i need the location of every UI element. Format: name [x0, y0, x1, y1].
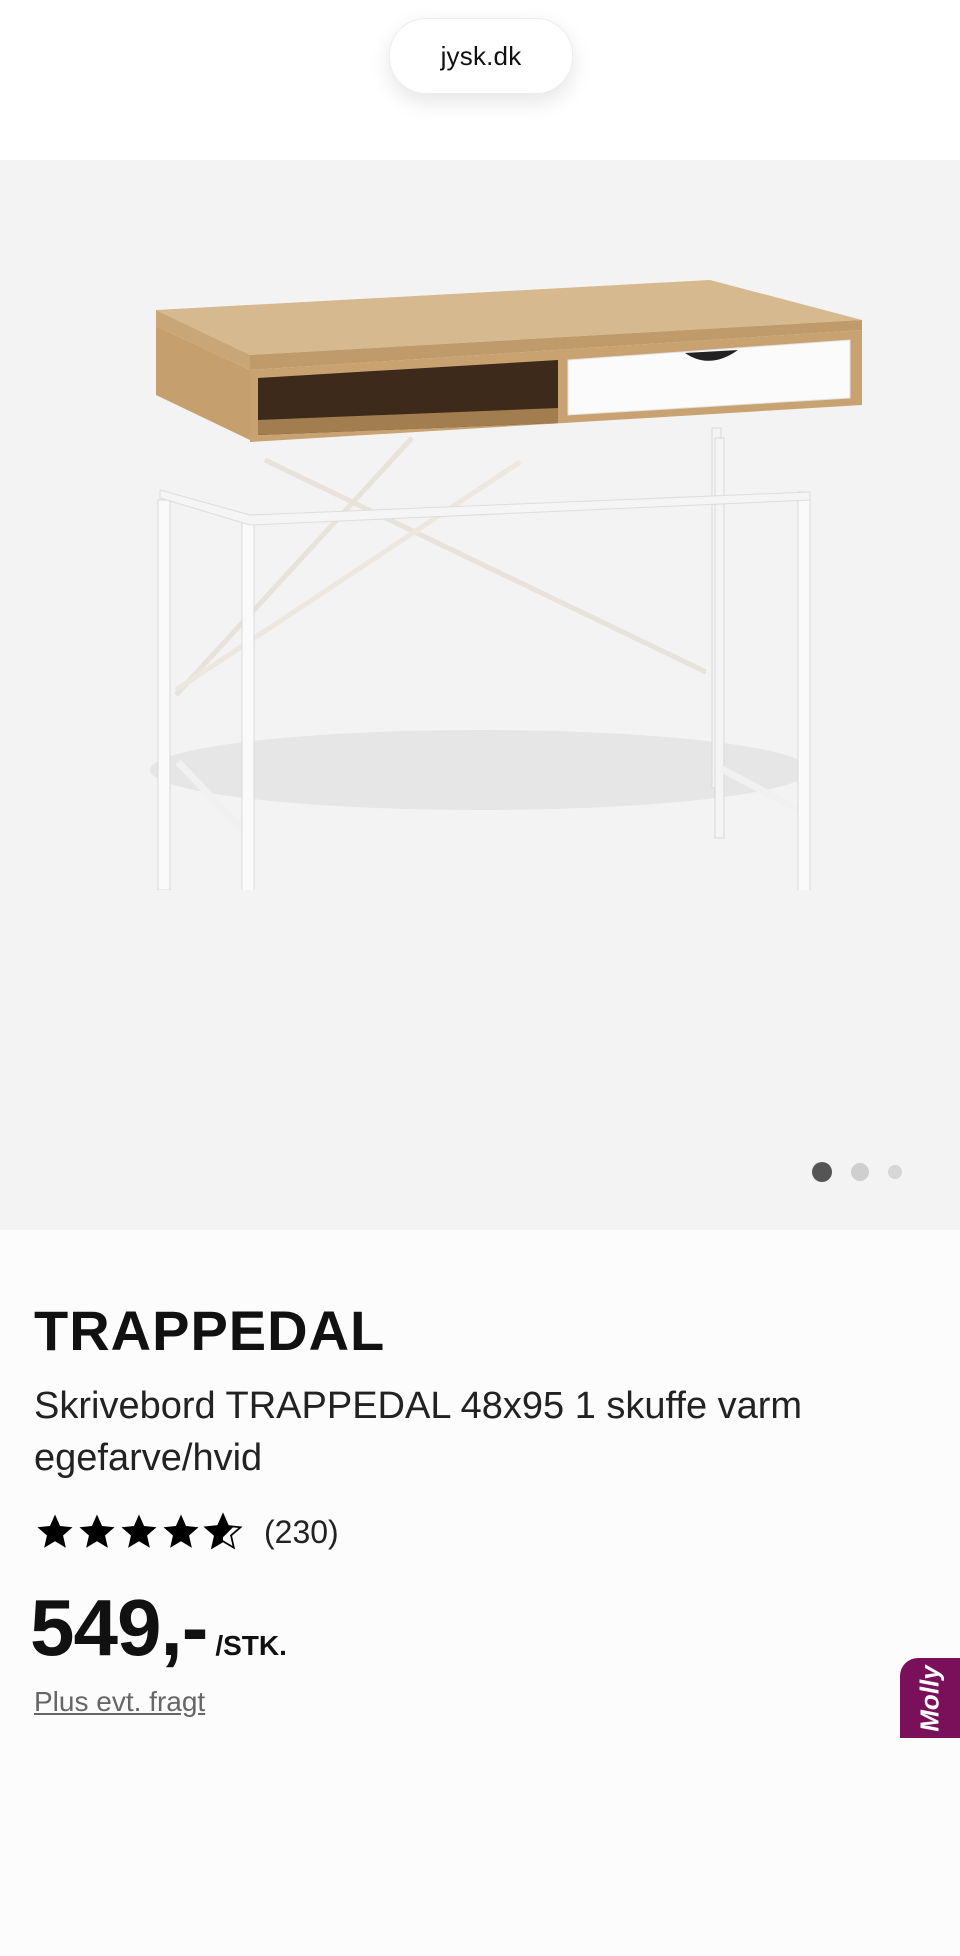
carousel-dot[interactable] — [851, 1163, 869, 1181]
chat-assistant-tab[interactable]: Molly — [900, 1658, 960, 1738]
star-icon — [163, 1514, 199, 1548]
browser-address-bar: jysk.dk — [0, 0, 960, 160]
url-pill[interactable]: jysk.dk — [389, 18, 573, 94]
review-count[interactable]: (230) — [264, 1514, 339, 1551]
product-price: 549,- — [30, 1583, 208, 1672]
carousel-dot-active[interactable] — [812, 1162, 832, 1182]
price-unit: /STK. — [215, 1630, 287, 1661]
desk-product-image — [150, 280, 862, 890]
rating-stars — [34, 1511, 244, 1553]
product-image-gallery[interactable] — [0, 160, 960, 1230]
price-row: 549,- /STK. — [30, 1582, 287, 1674]
product-rating[interactable]: (230) — [34, 1508, 339, 1556]
half-star-icon — [203, 1512, 243, 1550]
product-description: Skrivebord TRAPPEDAL 48x95 1 skuffe varm… — [34, 1385, 803, 1479]
freight-info-link[interactable]: Plus evt. fragt — [34, 1686, 205, 1718]
star-icon — [37, 1514, 73, 1548]
star-icon — [79, 1514, 115, 1548]
star-icon — [121, 1514, 157, 1548]
product-brand-title: TRAPPEDAL — [34, 1299, 386, 1362]
carousel-dot[interactable] — [888, 1165, 902, 1179]
chat-assistant-label: Molly — [914, 1664, 945, 1732]
product-info-section: TRAPPEDAL Skrivebord TRAPPEDAL 48x95 1 s… — [0, 1230, 960, 1956]
carousel-pagination — [0, 1160, 960, 1182]
